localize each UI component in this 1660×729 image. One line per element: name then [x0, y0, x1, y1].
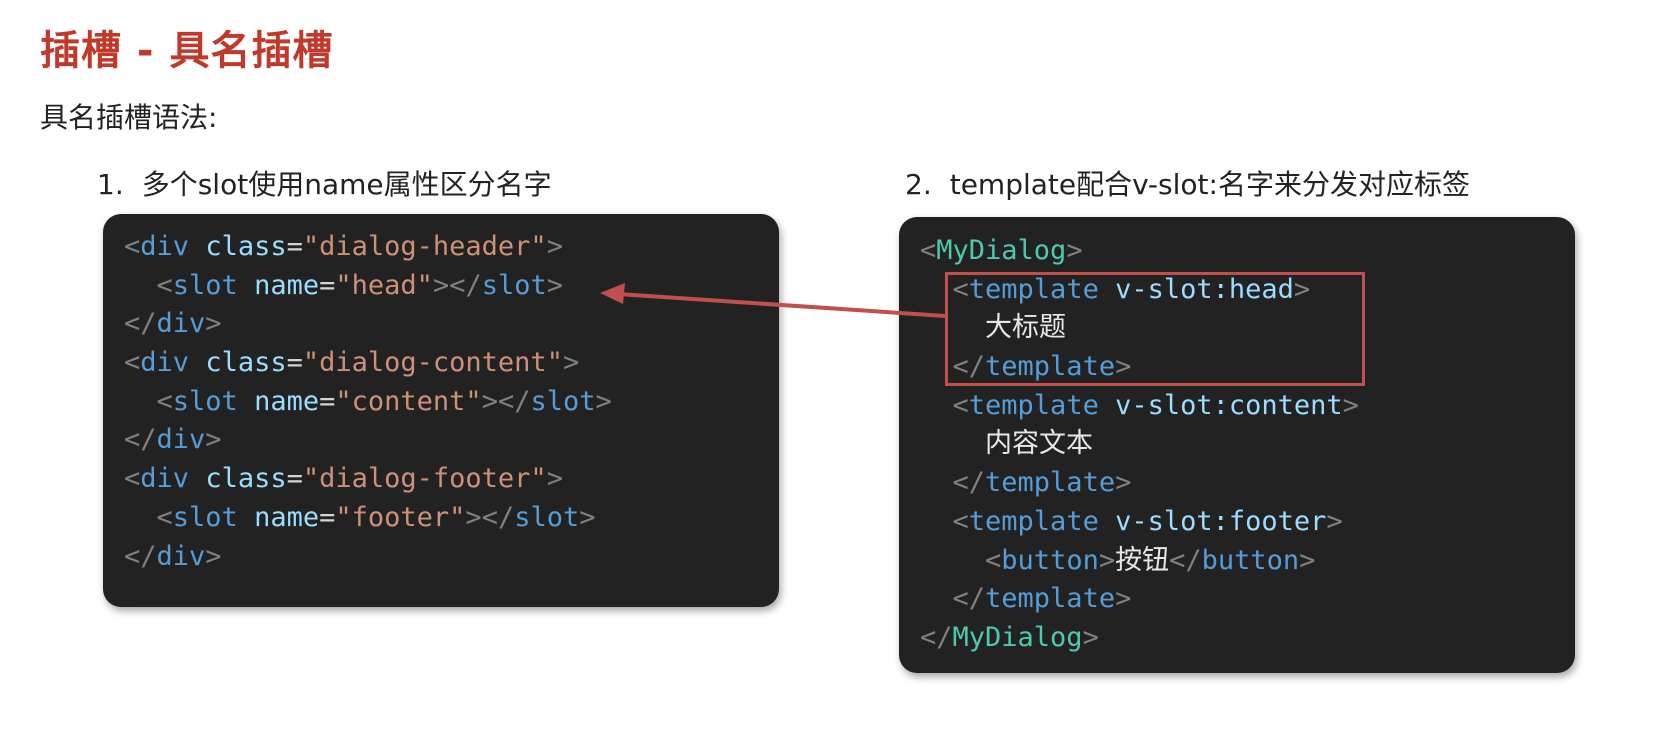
- code-line: </template>: [952, 467, 1132, 499]
- step-text: template配合v-slot:名字来分发对应标签: [949, 168, 1470, 201]
- code-line: <div class="dialog-header">: [124, 231, 563, 262]
- step-two: 2. template配合v-slot:名字来分发对应标签: [905, 163, 1470, 203]
- code-line: 内容文本: [985, 428, 1094, 460]
- code-line: <template v-slot:content>: [952, 389, 1359, 421]
- code-line: <MyDialog>: [920, 235, 1083, 266]
- code-line: 大标题: [985, 312, 1067, 344]
- code-line: </template>: [952, 351, 1132, 383]
- step-text: 多个slot使用name属性区分名字: [141, 168, 552, 201]
- code-line: <div class="dialog-footer">: [124, 463, 563, 495]
- code-line: <slot name="head"></slot>: [156, 269, 563, 301]
- step-one: 1. 多个slot使用name属性区分名字: [97, 163, 552, 203]
- code-line: <slot name="content"></slot>: [156, 385, 612, 417]
- slot-definition-code-block: <div class="dialog-header"> <slot name="…: [103, 214, 779, 607]
- page-title: 插槽 - 具名插槽: [40, 28, 334, 74]
- code-line: </div>: [124, 424, 222, 456]
- code-line: </div>: [124, 540, 222, 572]
- step-number: 2.: [905, 168, 932, 201]
- code-line: <template v-slot:footer>: [952, 505, 1343, 537]
- code-line: <template v-slot:head>: [952, 273, 1311, 305]
- syntax-subtitle: 具名插槽语法:: [40, 101, 218, 134]
- code-line: <div class="dialog-content">: [124, 347, 580, 379]
- code-line: </template>: [952, 583, 1132, 615]
- template-usage-code-block: <MyDialog> <template v-slot:head> 大标题 </…: [899, 217, 1575, 673]
- step-number: 1.: [97, 168, 124, 201]
- code-line: <button>按钮</button>: [985, 544, 1316, 576]
- code-line: </div>: [124, 308, 222, 340]
- code-line: </MyDialog>: [920, 621, 1099, 653]
- code-line: <slot name="footer"></slot>: [156, 501, 596, 533]
